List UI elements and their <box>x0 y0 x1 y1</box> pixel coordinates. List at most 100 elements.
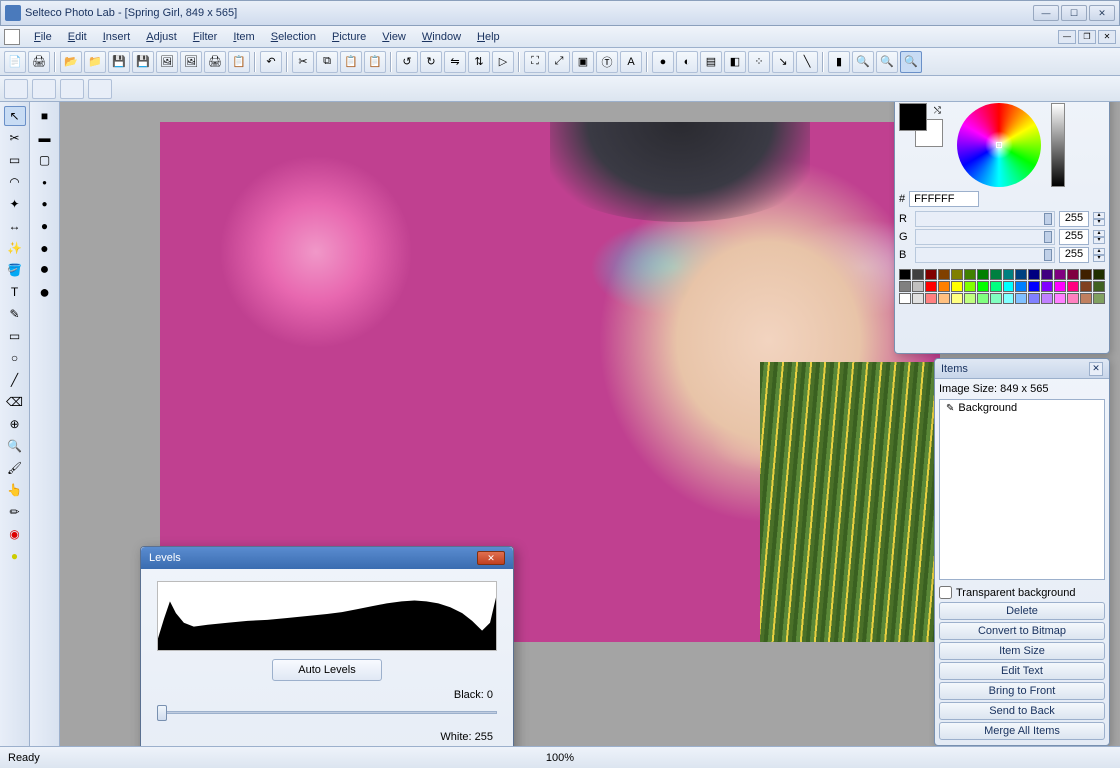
text-tool-icon[interactable]: T <box>4 282 26 302</box>
swatch[interactable] <box>1093 281 1105 292</box>
fg-bg-swatch[interactable]: ⤭ <box>899 103 943 147</box>
contrast-icon[interactable]: ◐ <box>676 51 698 73</box>
swatch[interactable] <box>1015 281 1027 292</box>
polygon-lasso-tool-icon[interactable]: ✦ <box>4 194 26 214</box>
cut-icon[interactable]: ✂ <box>292 51 314 73</box>
swatch[interactable] <box>990 281 1002 292</box>
menu-view[interactable]: View <box>374 29 414 45</box>
preview-icon[interactable]: 🖨 <box>204 51 226 73</box>
swatch[interactable] <box>925 293 937 304</box>
r-down-icon[interactable]: ▾ <box>1093 219 1105 226</box>
swatch[interactable] <box>938 293 950 304</box>
browse-icon[interactable]: 📁 <box>84 51 106 73</box>
resize-icon[interactable]: ⤢ <box>548 51 570 73</box>
crop-icon[interactable]: ⛶ <box>524 51 546 73</box>
settings-icon[interactable]: 📋 <box>228 51 250 73</box>
brush-tool-icon[interactable]: 🖌 <box>4 458 26 478</box>
swatch[interactable] <box>925 269 937 280</box>
value-strip[interactable] <box>1051 103 1065 187</box>
shape-circle-xl-icon[interactable]: ● <box>34 260 56 280</box>
menu-picture[interactable]: Picture <box>324 29 374 45</box>
swatch[interactable] <box>964 281 976 292</box>
rectangle-tool-icon[interactable]: ▭ <box>4 326 26 346</box>
swatch[interactable] <box>1080 281 1092 292</box>
menu-item[interactable]: Item <box>225 29 262 45</box>
items-close-icon[interactable]: ✕ <box>1089 362 1103 376</box>
shape-circle-lg-icon[interactable]: ● <box>34 238 56 258</box>
send-to-back-button[interactable]: Send to Back <box>939 702 1105 720</box>
swatch[interactable] <box>938 281 950 292</box>
transparent-checkbox[interactable] <box>939 586 952 599</box>
swatch[interactable] <box>1015 293 1027 304</box>
swatch[interactable] <box>912 281 924 292</box>
scissors-tool-icon[interactable]: ✂ <box>4 128 26 148</box>
swatch[interactable] <box>964 293 976 304</box>
paste-icon[interactable]: 📋 <box>340 51 362 73</box>
swatch[interactable] <box>1041 281 1053 292</box>
edit-text-button[interactable]: Edit Text <box>939 662 1105 680</box>
selection-intersect-icon[interactable] <box>88 79 112 99</box>
swatch[interactable] <box>1054 269 1066 280</box>
shape-rect-icon[interactable]: ▬ <box>34 128 56 148</box>
highlight-tool-icon[interactable]: ● <box>4 546 26 566</box>
copy-icon[interactable]: ⧉ <box>316 51 338 73</box>
swatch[interactable] <box>977 269 989 280</box>
pencil-tool-icon[interactable]: ✏ <box>4 502 26 522</box>
menu-selection[interactable]: Selection <box>263 29 324 45</box>
eraser-tool-icon[interactable]: ⌫ <box>4 392 26 412</box>
channels-icon[interactable]: ⁘ <box>748 51 770 73</box>
swatch[interactable] <box>1080 293 1092 304</box>
rotate-right-icon[interactable]: ↻ <box>420 51 442 73</box>
menu-filter[interactable]: Filter <box>185 29 225 45</box>
g-value[interactable]: 255 <box>1059 229 1089 245</box>
clone-tool-icon[interactable]: ⊕ <box>4 414 26 434</box>
eyedropper-tool-icon[interactable]: ✎ <box>4 304 26 324</box>
g-down-icon[interactable]: ▾ <box>1093 237 1105 244</box>
swatch[interactable] <box>1080 269 1092 280</box>
canvas-icon[interactable]: ▣ <box>572 51 594 73</box>
shape-circle-icon[interactable]: ● <box>34 216 56 236</box>
menu-file[interactable]: File <box>26 29 60 45</box>
canvas-area[interactable]: Colors✕ ⤭ # R <box>60 102 1120 746</box>
record-icon[interactable]: ● <box>652 51 674 73</box>
mdi-restore-button[interactable]: ❐ <box>1078 30 1096 44</box>
swatch[interactable] <box>990 269 1002 280</box>
menu-window[interactable]: Window <box>414 29 469 45</box>
g-up-icon[interactable]: ▴ <box>1093 230 1105 237</box>
swatch[interactable] <box>1054 281 1066 292</box>
line-tool-icon[interactable]: ╱ <box>4 370 26 390</box>
zoom-in-icon[interactable]: 🔍 <box>900 51 922 73</box>
g-slider[interactable] <box>915 229 1055 245</box>
swap-colors-icon[interactable]: ⤭ <box>934 105 941 116</box>
shape-circle-med-icon[interactable]: ● <box>34 194 56 214</box>
delete-button[interactable]: Delete <box>939 602 1105 620</box>
text-icon[interactable]: A <box>620 51 642 73</box>
print-icon[interactable]: 🖨 <box>28 51 50 73</box>
swatch[interactable] <box>1041 293 1053 304</box>
maximize-button[interactable]: ☐ <box>1061 5 1087 21</box>
b-slider[interactable] <box>915 247 1055 263</box>
bring-to-front-button[interactable]: Bring to Front <box>939 682 1105 700</box>
lasso-tool-icon[interactable]: ◠ <box>4 172 26 192</box>
b-down-icon[interactable]: ▾ <box>1093 255 1105 262</box>
flip-h-icon[interactable]: ⇋ <box>444 51 466 73</box>
auto-levels-button[interactable]: Auto Levels <box>272 659 382 681</box>
selection-add-icon[interactable] <box>32 79 56 99</box>
r-up-icon[interactable]: ▴ <box>1093 212 1105 219</box>
swatch[interactable] <box>951 269 963 280</box>
swatch[interactable] <box>1093 269 1105 280</box>
shape-circle-xxl-icon[interactable]: ● <box>34 282 56 302</box>
flip-v-icon[interactable]: ⇅ <box>468 51 490 73</box>
levels-icon[interactable]: ▤ <box>700 51 722 73</box>
new-icon[interactable]: 📄 <box>4 51 26 73</box>
black-slider[interactable] <box>157 703 497 723</box>
foreground-color-swatch[interactable] <box>899 103 927 131</box>
menu-edit[interactable]: Edit <box>60 29 95 45</box>
zoom-out-icon[interactable]: 🔍 <box>852 51 874 73</box>
swatch[interactable] <box>912 293 924 304</box>
menu-insert[interactable]: Insert <box>95 29 139 45</box>
selection-sub-icon[interactable] <box>60 79 84 99</box>
selection-mode-icon[interactable] <box>4 79 28 99</box>
minimize-button[interactable]: — <box>1033 5 1059 21</box>
swatch[interactable] <box>964 269 976 280</box>
